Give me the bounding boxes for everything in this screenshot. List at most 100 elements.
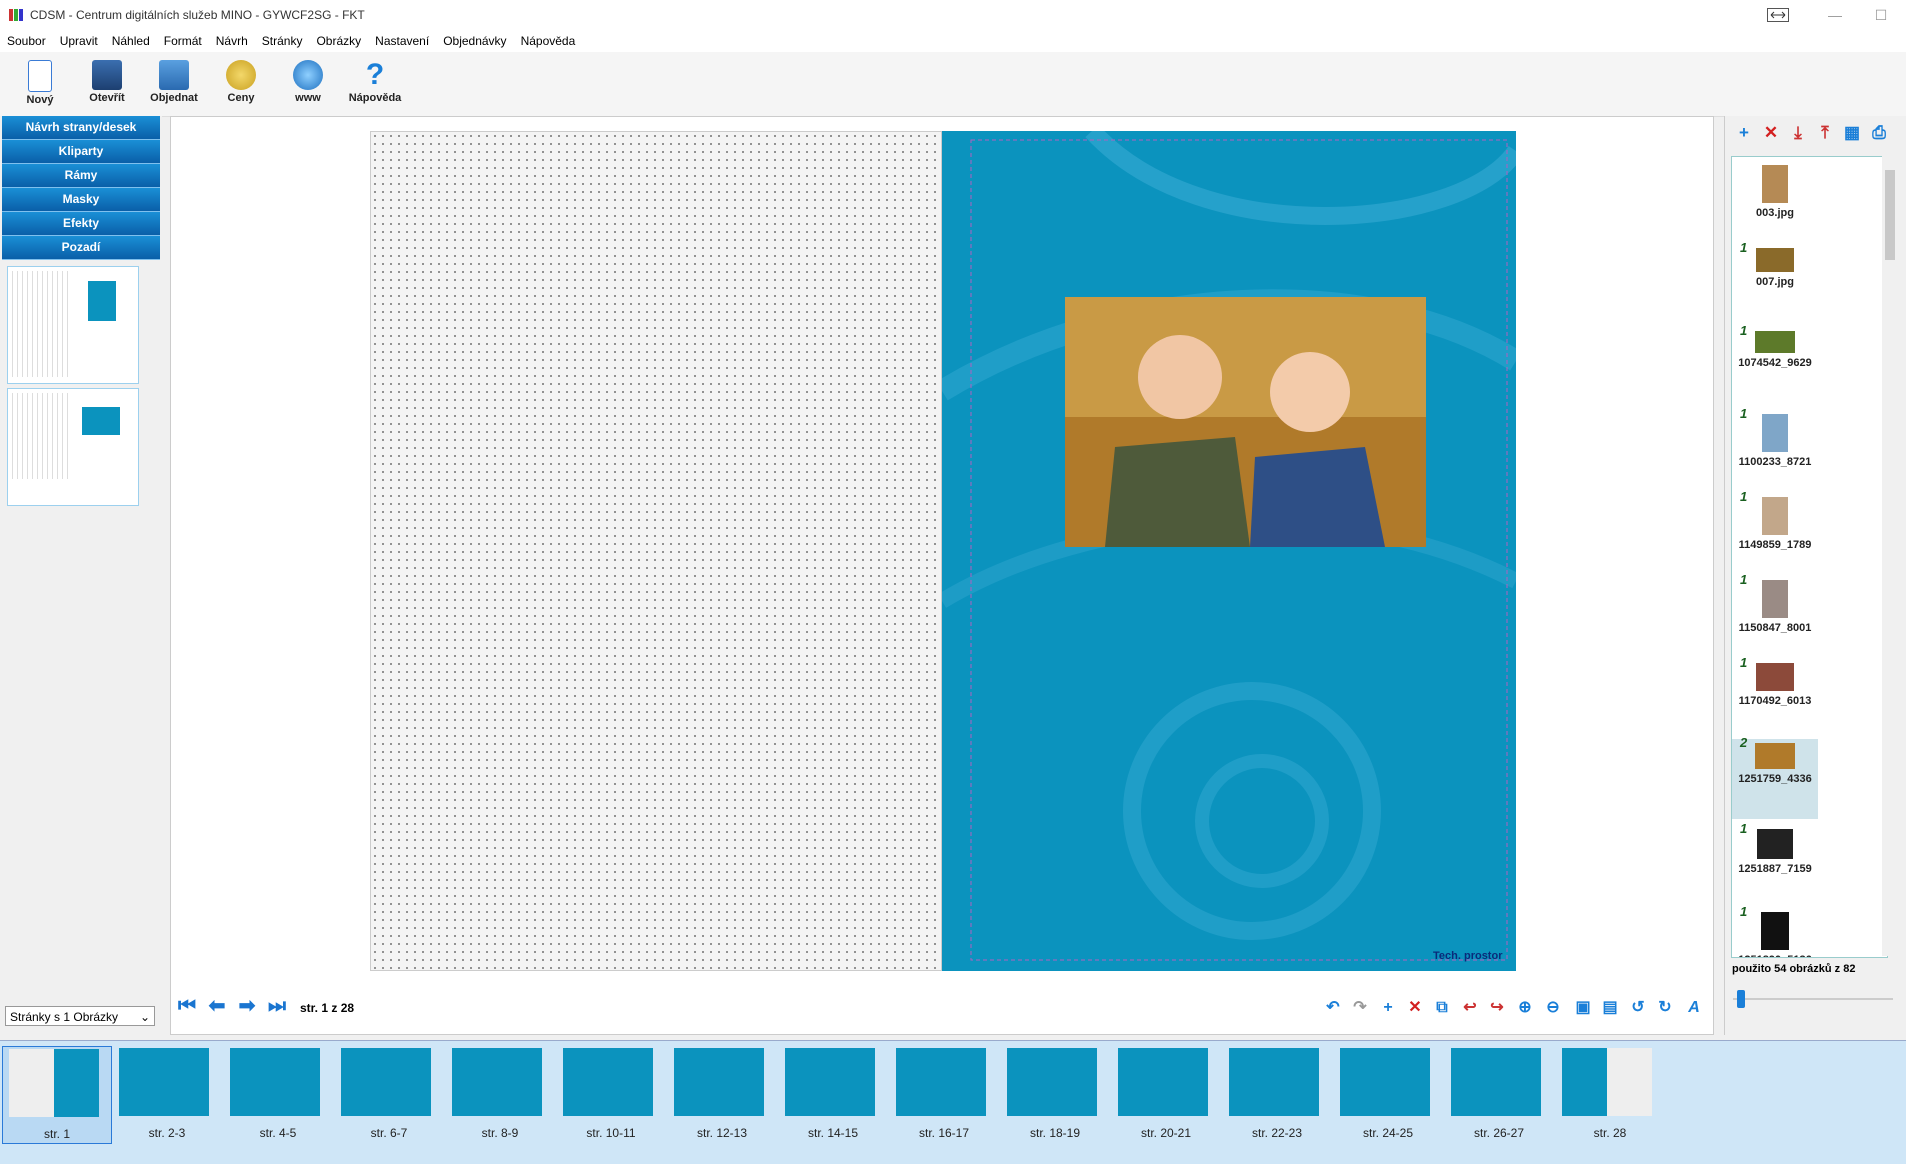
menu-format[interactable]: Formát [157, 34, 209, 48]
first-page-icon[interactable]: ⏮ [176, 995, 198, 1017]
design-panel: Návrh strany/desek Kliparty Rámy Masky E… [0, 116, 162, 1035]
menu-upravit[interactable]: Upravit [53, 34, 105, 48]
order-button[interactable]: Objednat [144, 56, 204, 114]
category-effects[interactable]: Efekty [2, 212, 160, 236]
list-item-selected[interactable]: 2 1251759_4336 [1732, 735, 1818, 819]
add-image-icon[interactable]: + [1733, 122, 1755, 144]
menu-stranky[interactable]: Stránky [255, 34, 310, 48]
move-right-icon[interactable]: ↪ [1487, 998, 1507, 1018]
menu-nahled[interactable]: Náhled [105, 34, 157, 48]
chevron-down-icon: ⌄ [139, 1010, 150, 1024]
www-button[interactable]: www [278, 56, 338, 114]
zoom-in-icon[interactable]: ⊕ [1515, 998, 1535, 1018]
copy-icon[interactable]: ⧉ [1432, 998, 1452, 1018]
image-thumbnail [1756, 663, 1794, 691]
image-thumbnail [1755, 331, 1795, 353]
zoom-out-icon[interactable]: ⊖ [1543, 998, 1563, 1018]
layout-option[interactable] [7, 266, 139, 384]
list-item[interactable]: 1 1251887_7159 [1732, 821, 1818, 905]
redo-icon[interactable]: ↷ [1350, 998, 1370, 1018]
list-item[interactable]: 1 007.jpg [1732, 240, 1818, 324]
rotate-right-icon[interactable]: ↻ [1655, 998, 1675, 1018]
menu-nastaveni[interactable]: Nastavení [368, 34, 436, 48]
page-thumb[interactable]: str. 24-25 [1334, 1046, 1442, 1142]
image-thumbnail [1761, 912, 1789, 950]
image-thumbnail [1762, 414, 1788, 452]
remove-image-icon[interactable]: ✕ [1760, 122, 1782, 144]
text-tool-icon[interactable]: A [1684, 998, 1704, 1018]
image-thumbnail [1757, 829, 1793, 859]
question-mark-icon: ? [365, 58, 385, 91]
page-thumb[interactable]: str. 20-21 [1112, 1046, 1220, 1142]
export-icon[interactable]: ⤒ [1814, 122, 1836, 144]
minimize-icon[interactable]: — [1812, 0, 1858, 30]
delete-icon[interactable]: ✕ [1405, 998, 1425, 1018]
move-left-icon[interactable]: ↩ [1460, 998, 1480, 1018]
category-backgrounds[interactable]: Pozadí [2, 236, 160, 260]
last-page-icon[interactable]: ⏭ [266, 995, 288, 1017]
page-thumb[interactable]: str. 12-13 [668, 1046, 776, 1142]
left-page[interactable] [370, 131, 942, 971]
thumbnail-size-slider[interactable] [1733, 990, 1893, 1008]
help-button[interactable]: ? Nápověda [345, 56, 405, 114]
shopping-cart-icon [159, 60, 189, 90]
page-thumb[interactable]: str. 2-3 [113, 1046, 221, 1142]
list-item[interactable]: 1 1074542_9629 [1732, 323, 1818, 407]
prices-button[interactable]: Ceny [211, 56, 271, 114]
page-thumb[interactable]: str. 18-19 [1001, 1046, 1109, 1142]
category-cliparts[interactable]: Kliparty [2, 140, 160, 164]
scrollbar[interactable] [1882, 156, 1898, 956]
scrollbar-thumb[interactable] [1885, 170, 1895, 260]
page-thumb[interactable]: str. 6-7 [335, 1046, 443, 1142]
right-page[interactable] [942, 131, 1516, 971]
slider-handle[interactable] [1737, 990, 1745, 1008]
menu-obrazky[interactable]: Obrázky [309, 34, 368, 48]
image-thumbnail [1756, 248, 1794, 272]
add-icon[interactable]: + [1378, 998, 1398, 1018]
undo-icon[interactable]: ↶ [1323, 998, 1343, 1018]
list-item[interactable]: 1 1170492_6013 [1732, 655, 1818, 739]
menu-soubor[interactable]: Soubor [0, 34, 53, 48]
menu-objednavky[interactable]: Objednávky [436, 34, 513, 48]
fit-width-icon[interactable]: ▤ [1600, 998, 1620, 1018]
restore-icon[interactable] [1755, 0, 1801, 30]
page-filter-select[interactable]: Stránky s 1 Obrázky ⌄ [5, 1006, 155, 1026]
image-thumbnail [1755, 743, 1795, 769]
usage-status: použito 54 obrázků z 82 [1732, 963, 1856, 975]
rotate-left-icon[interactable]: ↺ [1628, 998, 1648, 1018]
scanner-icon[interactable]: ⎙ [1868, 122, 1890, 144]
category-page-design[interactable]: Návrh strany/desek [2, 116, 160, 140]
menu-navrh[interactable]: Návrh [209, 34, 255, 48]
page-thumb[interactable]: str. 22-23 [1223, 1046, 1331, 1142]
list-item[interactable]: 003.jpg [1732, 161, 1818, 241]
category-frames[interactable]: Rámy [2, 164, 160, 188]
next-page-icon[interactable]: ➡ [236, 995, 258, 1017]
page-thumb[interactable]: str. 4-5 [224, 1046, 332, 1142]
maximize-icon[interactable]: ☐ [1858, 0, 1904, 30]
placed-photo[interactable] [1065, 297, 1426, 547]
list-item[interactable]: 1 1100233_8721 [1732, 406, 1818, 490]
layout-option[interactable] [7, 388, 139, 506]
page-thumb[interactable]: str. 16-17 [890, 1046, 998, 1142]
new-document-icon [28, 60, 52, 92]
category-masks[interactable]: Masky [2, 188, 160, 212]
fit-page-icon[interactable]: ▣ [1573, 998, 1593, 1018]
page-thumb[interactable]: str. 8-9 [446, 1046, 554, 1142]
page-thumb[interactable]: str. 28 [1556, 1046, 1664, 1142]
toolbar: Nový Otevřít Objednat Ceny www ? Nápověd… [0, 52, 1906, 117]
page-thumb[interactable]: str. 14-15 [779, 1046, 887, 1142]
page-thumb[interactable]: str. 1 [2, 1046, 112, 1144]
title-bar: CDSM - Centrum digitálních služeb MINO -… [0, 0, 1906, 30]
list-item[interactable]: 1 1150847_8001 [1732, 572, 1818, 656]
import-icon[interactable]: ⤓ [1787, 122, 1809, 144]
page-thumb[interactable]: str. 26-27 [1445, 1046, 1553, 1142]
gallery-icon[interactable]: ▦ [1841, 122, 1863, 144]
list-item[interactable]: 1 1149859_1789 [1732, 489, 1818, 573]
open-button[interactable]: Otevřít [77, 56, 137, 114]
list-item[interactable]: 1 1251890_5136 [1732, 904, 1818, 957]
image-list[interactable]: 003.jpg 1 007.jpg 1 1074542_9629 1 11002… [1731, 156, 1888, 958]
prev-page-icon[interactable]: ⬅ [206, 995, 228, 1017]
page-thumb[interactable]: str. 10-11 [557, 1046, 665, 1142]
new-button[interactable]: Nový [10, 56, 70, 114]
menu-napoveda[interactable]: Nápověda [514, 34, 583, 48]
